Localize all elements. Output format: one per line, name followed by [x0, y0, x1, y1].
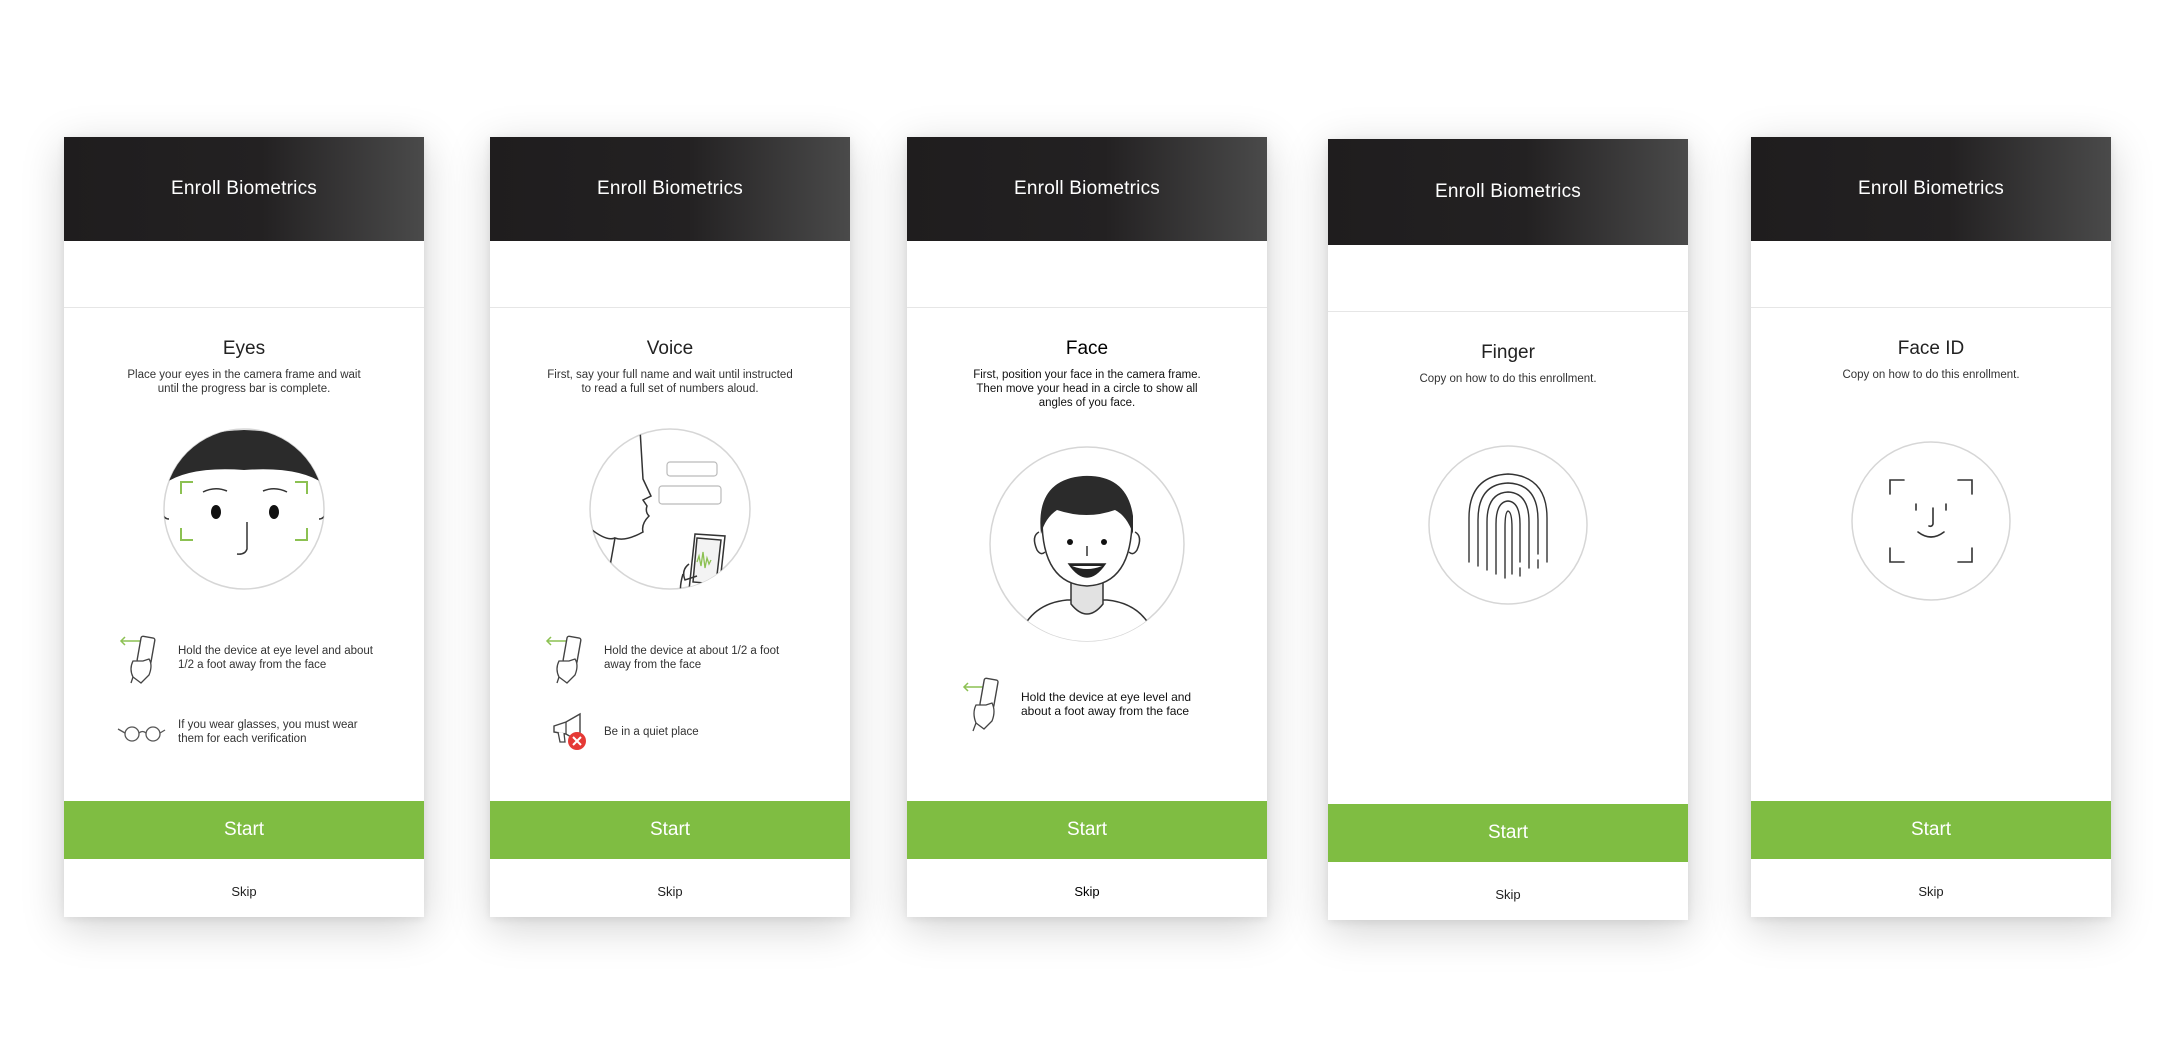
megaphone-muted-icon — [542, 706, 594, 758]
tip-item: Hold the device at about 1/2 a foot away… — [542, 632, 850, 684]
tip-text: If you wear glasses, you must wear them … — [178, 719, 358, 745]
header-title: Enroll Biometrics — [1435, 181, 1581, 202]
screen-voice: Enroll Biometrics Voice First, say your … — [490, 137, 850, 917]
screen-header: Enroll Biometrics — [490, 137, 850, 241]
start-button[interactable]: Start — [490, 801, 850, 859]
skip-link[interactable]: Skip — [907, 884, 1267, 899]
screen-description: Copy on how to do this enrollment. — [1842, 369, 2020, 381]
header-title: Enroll Biometrics — [1858, 178, 2004, 199]
screen-description: First, say your full name and wait until… — [547, 369, 793, 395]
screen-header: Enroll Biometrics — [907, 137, 1267, 241]
hand-phone-icon — [116, 632, 168, 684]
screen-description: Copy on how to do this enrollment. — [1419, 373, 1597, 385]
sub-bar — [64, 241, 424, 308]
start-button[interactable]: Start — [64, 801, 424, 859]
sub-bar — [490, 241, 850, 308]
tip-item: If you wear glasses, you must wear them … — [116, 706, 424, 758]
screen-description: Place your eyes in the camera frame and … — [127, 369, 361, 395]
finger-illustration — [1328, 444, 1688, 606]
glasses-icon — [116, 706, 168, 758]
tip-item: Be in a quiet place — [542, 706, 850, 758]
screen-header: Enroll Biometrics — [64, 137, 424, 241]
tips-list: Hold the device at eye level and about 1… — [116, 632, 424, 758]
screen-face: Enroll Biometrics Face First, position y… — [907, 137, 1267, 917]
tip-text: Be in a quiet place — [604, 726, 699, 738]
start-button[interactable]: Start — [1328, 804, 1688, 862]
face-person-icon — [989, 446, 1185, 642]
screen-header: Enroll Biometrics — [1751, 137, 2111, 241]
fingerprint-icon — [1428, 445, 1588, 605]
hand-phone-icon — [542, 632, 594, 684]
face-id-illustration — [1751, 440, 2111, 602]
voice-illustration — [490, 424, 850, 594]
start-button[interactable]: Start — [907, 801, 1267, 859]
sub-bar — [907, 241, 1267, 308]
face-illustration — [907, 444, 1267, 644]
tip-text: Hold the device at about 1/2 a foot away… — [604, 645, 780, 671]
skip-link[interactable]: Skip — [1328, 887, 1688, 902]
screen-finger: Enroll Biometrics Finger Copy on how to … — [1328, 139, 1688, 920]
skip-link[interactable]: Skip — [1751, 884, 2111, 899]
screen-title: Face — [1065, 338, 1109, 359]
face-id-icon — [1851, 441, 2011, 601]
screen-title: Face ID — [1897, 338, 1965, 359]
header-title: Enroll Biometrics — [1014, 178, 1160, 199]
screen-face-id: Enroll Biometrics Face ID Copy on how to… — [1751, 137, 2111, 917]
tip-item: Hold the device at eye level and about 1… — [116, 632, 424, 684]
header-title: Enroll Biometrics — [171, 178, 317, 199]
tips-list: Hold the device at eye level and about a… — [959, 677, 1267, 732]
tip-text: Hold the device at eye level and about a… — [1021, 690, 1192, 718]
screen-eyes: Enroll Biometrics Eyes Place your eyes i… — [64, 137, 424, 917]
skip-link[interactable]: Skip — [64, 884, 424, 899]
hand-phone-icon — [959, 677, 1011, 732]
sub-bar — [1751, 241, 2111, 308]
screen-title: Voice — [646, 338, 694, 359]
tip-text: Hold the device at eye level and about 1… — [178, 645, 373, 671]
screen-title: Eyes — [222, 338, 266, 359]
sub-bar — [1328, 245, 1688, 312]
screen-header: Enroll Biometrics — [1328, 139, 1688, 245]
start-button[interactable]: Start — [1751, 801, 2111, 859]
screen-description: First, position your face in the camera … — [973, 369, 1201, 409]
voice-speaking-icon — [589, 428, 751, 590]
tips-list: Hold the device at about 1/2 a foot away… — [542, 632, 850, 758]
header-title: Enroll Biometrics — [597, 178, 743, 199]
eyes-face-icon — [163, 428, 325, 590]
skip-link[interactable]: Skip — [490, 884, 850, 899]
screen-title: Finger — [1481, 342, 1535, 363]
eyes-illustration — [64, 424, 424, 594]
tip-item: Hold the device at eye level and about a… — [959, 677, 1267, 732]
